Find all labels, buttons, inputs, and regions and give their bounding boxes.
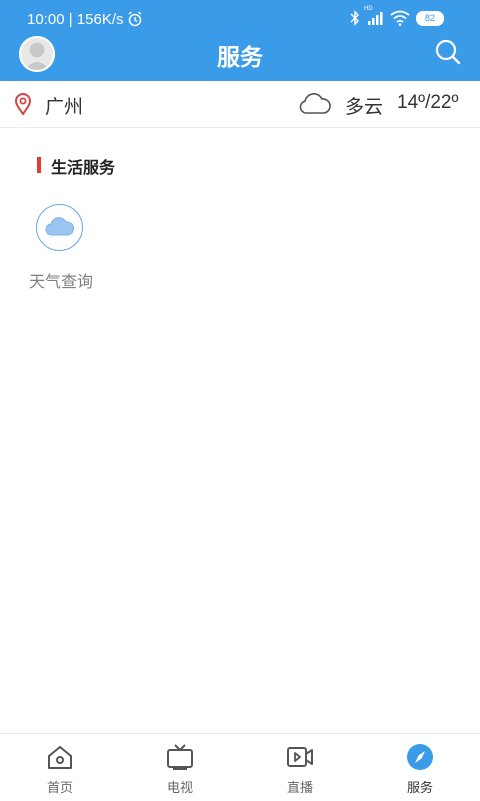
battery-indicator: 82 <box>416 11 444 26</box>
tab-label: 电视 <box>166 781 193 796</box>
tab-home[interactable]: 首页 <box>0 734 120 801</box>
tab-service[interactable]: 服务 <box>360 734 480 801</box>
top-bar: 10:00 | 156K/s HD 82 服务 <box>0 0 480 81</box>
tab-label: 首页 <box>46 781 73 796</box>
weather-description: 多云 <box>345 96 384 118</box>
city-name[interactable]: 广州 <box>45 92 83 119</box>
status-right: HD 82 <box>350 6 460 28</box>
location-pin-icon <box>14 93 32 115</box>
page-title: 服务 <box>217 45 263 71</box>
status-separator: | <box>68 11 77 28</box>
status-clock: 10:00 <box>27 11 65 28</box>
wifi-icon <box>390 10 410 26</box>
video-icon <box>287 747 313 767</box>
tab-label: 直播 <box>286 781 313 796</box>
signal-icon <box>368 12 383 25</box>
status-net-speed: 156K/s <box>76 11 124 28</box>
tab-label: 服务 <box>406 781 433 796</box>
tv-icon <box>167 744 193 770</box>
service-label: 天气查询 <box>28 272 93 291</box>
tab-tv[interactable]: 电视 <box>120 734 240 801</box>
search-button[interactable] <box>434 38 462 66</box>
bottom-tab-bar: 首页 电视 直播 服务 <box>0 733 480 801</box>
header: 服务 <box>0 34 480 81</box>
search-icon <box>435 39 461 65</box>
alarm-icon <box>128 11 142 27</box>
tab-live[interactable]: 直播 <box>240 734 360 801</box>
home-icon <box>48 746 72 769</box>
section-accent-bar <box>37 157 41 173</box>
section-title: 生活服务 <box>51 158 116 177</box>
compass-icon <box>407 744 433 770</box>
status-bar: 10:00 | 156K/s HD 82 <box>0 0 480 38</box>
cloud-icon <box>45 217 74 236</box>
weather-query-service[interactable]: 天气查询 <box>21 204 101 294</box>
service-icon-circle <box>36 204 83 251</box>
hd-label: HD <box>364 6 373 12</box>
weather-temperature: 14º/22º <box>397 92 459 113</box>
location-bar: 广州 多云 14º/22º <box>0 81 480 128</box>
status-time: 10:00 | 156K/s <box>27 11 124 28</box>
bluetooth-icon <box>350 10 359 26</box>
cloud-icon <box>299 93 331 114</box>
